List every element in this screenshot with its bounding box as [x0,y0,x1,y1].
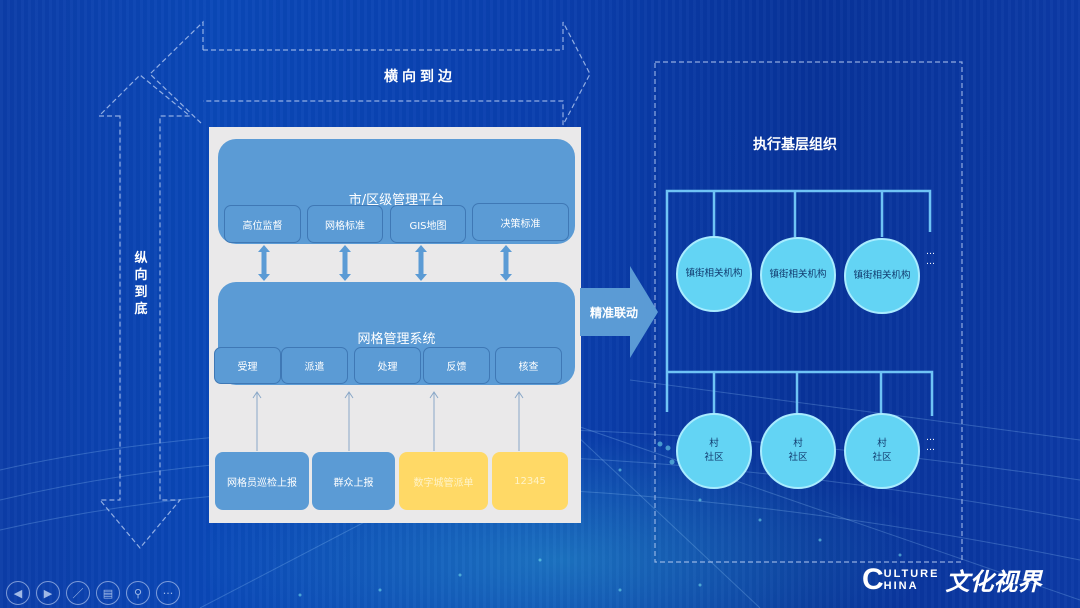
village-community-node: 村 社区 [760,413,836,489]
logo-chinese: 文化视界 [945,567,1042,596]
zoom-button[interactable]: ⚲ [126,581,150,605]
more-street-nodes: … … [926,247,936,267]
slides-overview-button[interactable]: ▤ [96,581,120,605]
street-agency-node: 镇街相关机构 [760,237,836,313]
pen-button[interactable]: ／ [66,581,90,605]
logo-line2: HINA [883,579,919,592]
logo-letter: C [862,562,884,596]
slideshow-toolbar: ◀ ▶ ／ ▤ ⚲ ··· [6,581,180,605]
street-agency-node: 镇街相关机构 [676,236,752,312]
village-community-node: 村 社区 [676,413,752,489]
org-tree-lines [665,189,934,416]
logo-line1: ULTURE [883,567,940,580]
culture-china-logo: C ULTURE HINA 文化视界 [862,562,1041,597]
next-slide-button[interactable]: ▶ [36,581,60,605]
village-community-node: 村 社区 [844,413,920,489]
previous-slide-button[interactable]: ◀ [6,581,30,605]
street-agency-node: 镇街相关机构 [844,238,920,314]
more-options-button[interactable]: ··· [156,581,180,605]
more-community-nodes: … … [926,433,936,453]
